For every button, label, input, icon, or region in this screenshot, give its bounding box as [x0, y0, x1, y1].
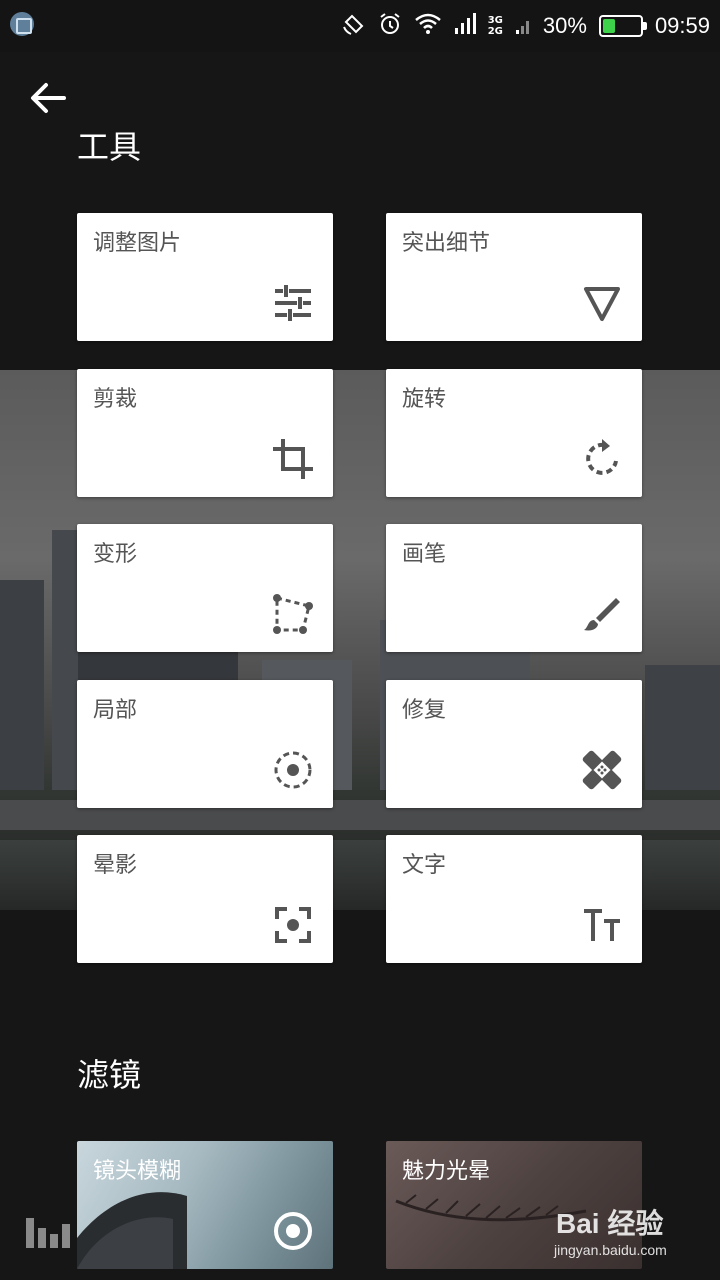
rotate-icon [582, 439, 622, 479]
tool-label: 突出细节 [402, 231, 491, 256]
text-icon [582, 905, 622, 945]
status-bar: 3G 2G 30% 09:59 [0, 0, 720, 52]
target-icon [273, 1211, 313, 1251]
tool-label: 调整图片 [93, 231, 182, 256]
clock: 09:59 [654, 13, 710, 38]
tool-card-text[interactable]: 文字 [386, 835, 642, 963]
arrow-left-icon [31, 83, 66, 113]
network-type: 3G 2G [488, 15, 503, 37]
tool-card-tune-image[interactable]: 调整图片 [77, 213, 333, 341]
tool-card-perspective[interactable]: 变形 [77, 524, 333, 652]
watermark-brand: Bai 经验 [556, 1208, 664, 1239]
tool-label: 旋转 [402, 387, 447, 412]
battery-icon [598, 15, 647, 37]
tool-label: 画笔 [402, 542, 447, 567]
battery-level [602, 19, 615, 33]
watermark-url: jingyan.baidu.com [554, 1242, 667, 1258]
network-2g: 2G [487, 26, 503, 37]
tool-label: 修复 [402, 698, 447, 723]
tool-card-healing[interactable]: 修复 [386, 680, 642, 808]
crop-icon [273, 439, 313, 479]
rotate-lock-icon [342, 12, 366, 40]
alarm-icon [378, 12, 402, 40]
tool-label: 文字 [402, 853, 447, 878]
tool-card-brush[interactable]: 画笔 [386, 524, 642, 652]
baidu-watermark: Bai 经验 jingyan.baidu.com [548, 1200, 718, 1270]
triangle-down-icon [582, 283, 622, 323]
filter-label: 魅力光晕 [402, 1159, 491, 1184]
tool-card-vignette[interactable]: 晕影 [77, 835, 333, 963]
network-3g: 3G [487, 15, 503, 26]
status-icons: 3G 2G 30% 09:59 [342, 0, 710, 52]
wifi-icon [414, 12, 442, 40]
signal-2-icon [515, 12, 531, 40]
selective-icon [273, 750, 313, 790]
tool-label: 变形 [93, 542, 138, 567]
tool-card-details[interactable]: 突出细节 [386, 213, 642, 341]
sliders-icon [273, 283, 313, 323]
tool-label: 局部 [93, 698, 138, 723]
healing-icon [582, 750, 622, 790]
tools-section-title: 工具 [77, 128, 142, 166]
battery-percent: 30% [542, 13, 587, 38]
tool-label: 晕影 [93, 853, 138, 878]
back-button[interactable] [28, 80, 68, 116]
filter-card-lens-blur[interactable]: 镜头模糊 [77, 1141, 333, 1269]
tool-card-crop[interactable]: 剪裁 [77, 369, 333, 497]
vignette-icon [273, 905, 313, 945]
filter-label: 镜头模糊 [93, 1159, 182, 1184]
filters-section-title: 滤镜 [77, 1056, 142, 1094]
brush-icon [582, 594, 622, 634]
tool-card-rotate[interactable]: 旋转 [386, 369, 642, 497]
perspective-icon [273, 594, 313, 634]
tool-card-selective[interactable]: 局部 [77, 680, 333, 808]
notification-icon [10, 12, 34, 36]
stats-icon[interactable] [26, 1214, 70, 1248]
tool-label: 剪裁 [93, 387, 138, 412]
signal-icon [454, 12, 476, 40]
